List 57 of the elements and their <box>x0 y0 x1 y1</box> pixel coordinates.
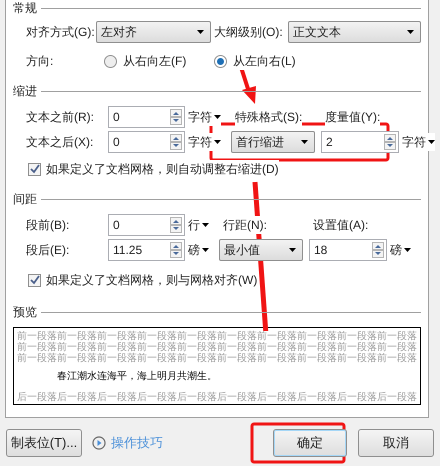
field-label: 度量值(Y): <box>325 108 380 126</box>
dropdown[interactable]: 正文文本 <box>288 21 421 43</box>
checkbox-label: 如果定义了文档网格，则与网格对齐(W) <box>46 271 258 289</box>
spinner-icon <box>170 134 182 150</box>
spin-field[interactable]: 11.25 <box>108 239 185 261</box>
spin-field[interactable]: 18 <box>309 239 387 261</box>
ok-button[interactable]: 确定 <box>273 429 347 457</box>
radio-button[interactable] <box>214 54 227 68</box>
spinner-icon <box>170 109 182 125</box>
caret-icon <box>407 30 414 34</box>
check-icon <box>30 164 40 174</box>
caret-icon <box>202 223 209 227</box>
caret-icon <box>428 140 435 144</box>
dropdown[interactable]: 左对齐 <box>96 21 211 43</box>
unit-dropdown[interactable]: 字符 <box>188 133 221 151</box>
field-label: 行距(N): <box>223 216 267 234</box>
field-label: 设置值(A): <box>313 216 368 234</box>
field-label: 大纲级别(O): <box>214 23 283 41</box>
dropdown[interactable]: 最小值 <box>219 239 303 261</box>
spin-field[interactable]: 0 <box>108 214 185 236</box>
field-label: 对齐方式(G): <box>26 23 95 41</box>
caret-icon <box>214 140 221 144</box>
field-label: 段后(E): <box>26 241 70 259</box>
radio-label: 从左向右(L) <box>233 52 296 70</box>
radio-label: 从右向左(F) <box>123 52 186 70</box>
tab-stops-button[interactable]: 制表位(T)... <box>6 429 82 457</box>
unit-dropdown[interactable]: 字符 <box>402 133 435 151</box>
check-icon <box>30 275 40 285</box>
spinner-icon <box>384 134 396 150</box>
caret-icon <box>214 115 221 119</box>
dropdown[interactable]: 首行缩进 <box>231 131 315 153</box>
spin-field[interactable]: 2 <box>321 131 399 153</box>
checkbox-label: 如果定义了文档网格，则自动调整右缩进(D) <box>46 160 279 178</box>
caret-icon <box>202 248 209 252</box>
spinner-icon <box>170 217 182 233</box>
unit-dropdown[interactable]: 字符 <box>188 108 221 126</box>
field-label: 文本之后(X): <box>26 133 94 151</box>
field-label: 段前(B): <box>26 216 70 234</box>
caret-icon <box>404 248 411 252</box>
section-title: 常规 <box>13 1 37 15</box>
spinner-icon <box>170 242 182 258</box>
caret-icon <box>197 30 204 34</box>
section-title: 缩进 <box>13 84 37 98</box>
spinner-icon <box>372 242 384 258</box>
caret-icon <box>289 248 296 252</box>
checkbox[interactable] <box>28 162 41 176</box>
field-label: 文本之前(R): <box>26 108 94 126</box>
radio-button[interactable] <box>104 54 117 68</box>
spin-field[interactable]: 0 <box>108 131 185 153</box>
section-title: 间距 <box>13 192 37 206</box>
cancel-button[interactable]: 取消 <box>358 429 434 457</box>
section-title: 预览 <box>13 305 37 319</box>
checkbox[interactable] <box>28 274 41 286</box>
caret-icon <box>301 140 308 144</box>
field-label: 特殊格式(S): <box>235 108 302 126</box>
play-icon <box>92 436 106 450</box>
spin-field[interactable]: 0 <box>108 106 185 128</box>
